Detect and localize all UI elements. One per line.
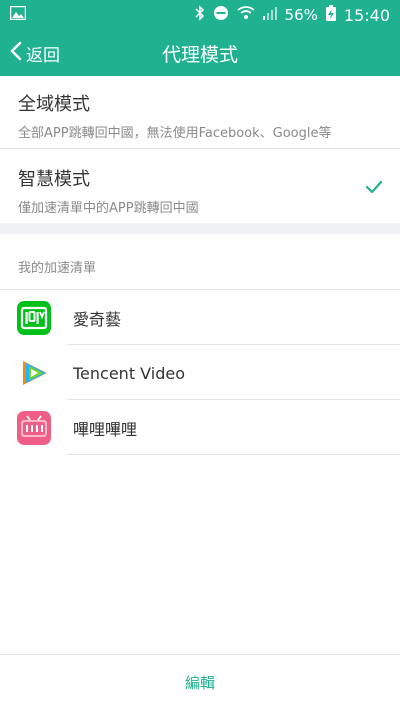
mode-description: 僅加速清單中的APP跳轉回中國 [18, 201, 199, 216]
back-button[interactable]: 返回 [10, 38, 60, 68]
wifi-icon [237, 6, 255, 24]
list-item-iqiyi[interactable]: 愛奇藝 [0, 290, 400, 344]
app-name: 愛奇藝 [73, 310, 122, 329]
list-item-bilibili[interactable]: 嗶哩嗶哩 [0, 400, 400, 454]
accelerated-list-header: 我的加速清單 [18, 261, 97, 276]
do-not-disturb-icon [213, 5, 229, 25]
signal-icon [262, 6, 277, 24]
app-name: Tencent Video [73, 363, 186, 383]
divider [67, 454, 400, 455]
checkmark-icon [365, 179, 383, 198]
gallery-notification-icon [9, 5, 27, 24]
back-label: 返回 [26, 45, 60, 66]
bluetooth-icon [195, 5, 205, 25]
iqiyi-icon [17, 301, 51, 335]
mode-title: 智慧模式 [18, 169, 90, 190]
app-name: 嗶哩嗶哩 [73, 420, 138, 439]
bilibili-icon [17, 411, 51, 445]
edit-button[interactable]: 編輯 [0, 655, 400, 709]
app-bar: 返回 代理模式 [0, 30, 400, 76]
clock: 15:40 [343, 5, 390, 25]
section-separator [0, 223, 400, 234]
mode-title: 全域模式 [18, 94, 90, 115]
page-title: 代理模式 [161, 43, 238, 66]
mode-option-global[interactable]: 全域模式 全部APP跳轉回中國，無法使用Facebook、Google等 [0, 90, 400, 141]
tencent-video-icon [17, 356, 51, 390]
status-bar: 56% 15:40 [0, 0, 400, 30]
chevron-left-icon [10, 41, 22, 65]
battery-percent: 56% [284, 6, 318, 24]
list-item-tencent-video[interactable]: Tencent Video [0, 345, 400, 399]
mode-description: 全部APP跳轉回中國，無法使用Facebook、Google等 [18, 126, 332, 141]
mode-option-smart[interactable]: 智慧模式 僅加速清單中的APP跳轉回中國 [0, 165, 400, 216]
battery-charging-icon [325, 5, 336, 25]
divider [0, 148, 400, 149]
